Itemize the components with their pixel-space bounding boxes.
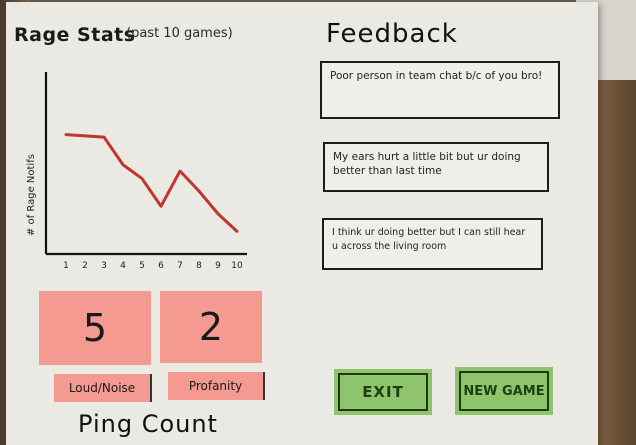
chart-x-tick-label: 9 bbox=[215, 261, 221, 271]
chart-x-tick-label: 6 bbox=[158, 261, 164, 271]
chart-y-axis-label: # of Rage Notifs bbox=[26, 154, 37, 236]
rage-stats-subtitle: (past 10 games) bbox=[126, 26, 233, 41]
rage-chart-svg: 1 2 3 4 5 6 7 8 9 10 bbox=[44, 72, 247, 271]
feedback-title: Feedback bbox=[326, 19, 458, 49]
chart-x-tick-label: 5 bbox=[139, 261, 145, 271]
loud-noise-label: Loud/Noise bbox=[54, 374, 152, 402]
rage-series-line bbox=[64, 133, 239, 233]
feedback-item-1: Poor person in team chat b/c of you bro! bbox=[320, 61, 560, 119]
exit-button[interactable]: EXIT bbox=[334, 369, 432, 415]
chart-x-tick-label: 1 bbox=[63, 261, 69, 271]
profanity-label: Profanity bbox=[168, 372, 265, 400]
feedback-item-3: I think ur doing better but I can still … bbox=[322, 218, 543, 270]
chart-x-tick-label: 2 bbox=[82, 261, 88, 271]
profanity-count: 2 bbox=[160, 291, 262, 363]
ping-count-title: Ping Count bbox=[78, 410, 218, 438]
chart-x-tick-label: 4 bbox=[120, 261, 126, 271]
exit-button-label: EXIT bbox=[338, 373, 428, 411]
chart-x-tick-label: 3 bbox=[101, 261, 107, 271]
feedback-item-2: My ears hurt a little bit but ur doing b… bbox=[323, 142, 549, 192]
rage-stats-chart: # of Rage Notifs 1 2 3 4 5 6 7 8 9 10 bbox=[26, 68, 261, 278]
rage-stats-title: Rage Stats bbox=[14, 24, 136, 46]
new-game-button-label: NEW GAME bbox=[459, 371, 549, 411]
paper-prototype-poster: Rage Stats (past 10 games) # of Rage Not… bbox=[6, 2, 598, 445]
chart-x-tick-label: 10 bbox=[231, 261, 243, 271]
chart-x-tick-label: 7 bbox=[177, 261, 183, 271]
new-game-button[interactable]: NEW GAME bbox=[455, 367, 553, 415]
loud-noise-count: 5 bbox=[39, 291, 151, 365]
chart-x-tick-label: 8 bbox=[196, 261, 202, 271]
